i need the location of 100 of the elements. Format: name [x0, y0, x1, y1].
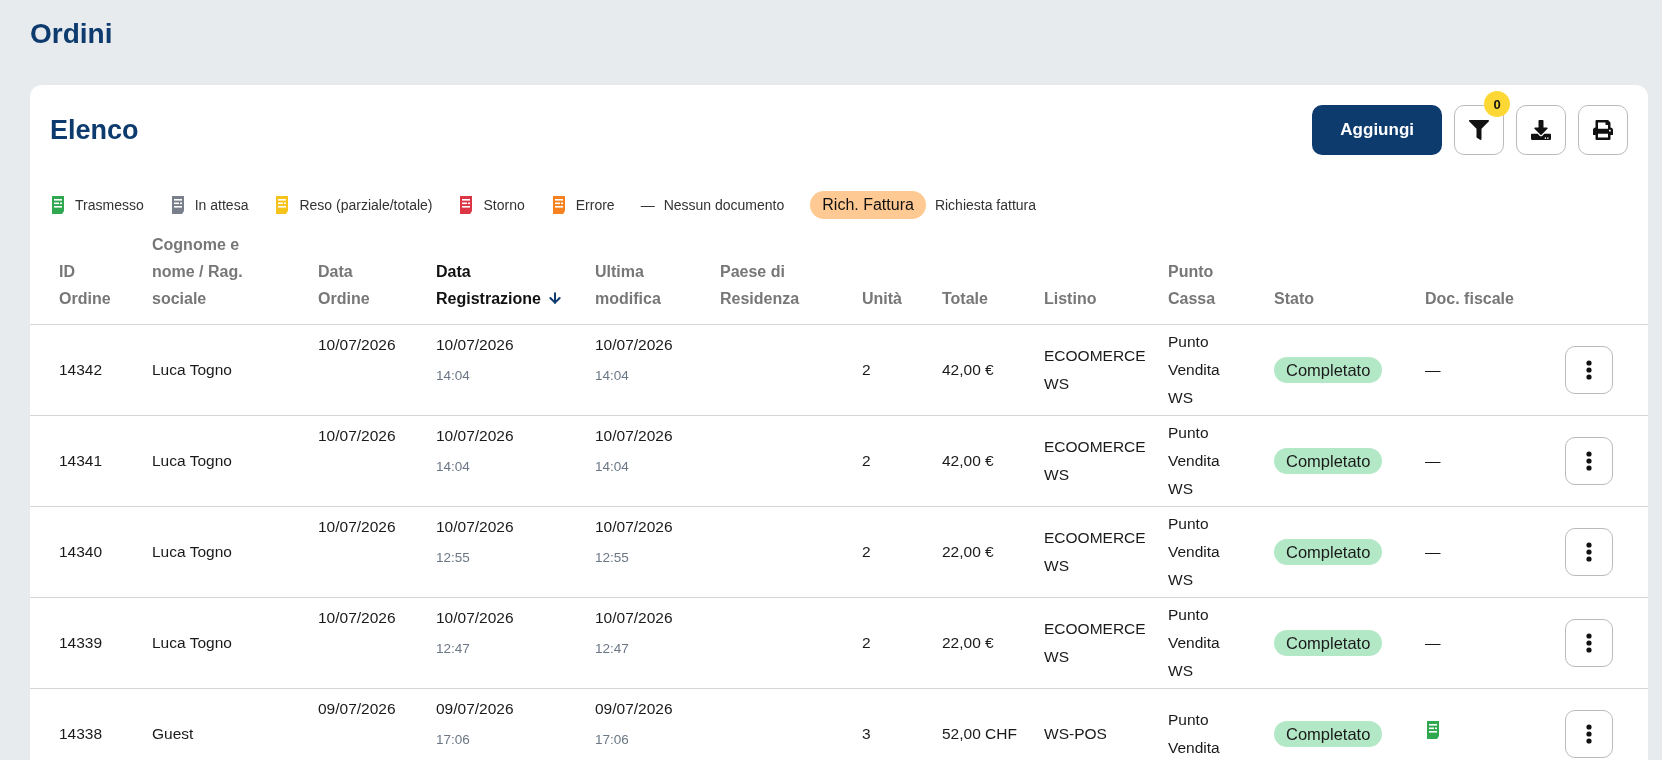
legend-label: Nessun documento [663, 197, 785, 213]
time-text: 14:04 [595, 367, 630, 385]
no-document-dash: — [1425, 543, 1441, 560]
date-text: 10/07/2026 [436, 426, 515, 446]
table-cell: 09/07/2026 [308, 688, 426, 760]
more-button[interactable] [1565, 619, 1613, 667]
date-text: 09/07/2026 [595, 699, 674, 719]
table-cell: 14339 [30, 597, 142, 689]
table-cell: ECOOMERCE WS [1034, 415, 1158, 507]
more-button[interactable] [1565, 710, 1613, 758]
legend-label: Richiesta fattura [934, 197, 1037, 213]
receipt-icon [550, 195, 567, 215]
date-text: 10/07/2026 [436, 608, 515, 628]
no-document-dash: — [1425, 634, 1441, 651]
legend-label: Reso (parziale/totale) [299, 197, 433, 213]
status-badge: Completato [1274, 447, 1383, 474]
receipt-icon [50, 195, 66, 215]
table-cell: Punto Vendita WS [1158, 597, 1264, 689]
more-button[interactable] [1565, 528, 1613, 576]
filter-icon [1469, 120, 1489, 140]
column-header[interactable]: Stato [1264, 231, 1415, 325]
status-badge: Completato [1274, 720, 1383, 747]
table-cell: 2 [852, 324, 932, 416]
more-button[interactable] [1565, 346, 1613, 394]
date-text: 09/07/2026 [436, 699, 515, 719]
column-header[interactable]: Punto Cassa [1158, 231, 1264, 325]
no-document-dash: — [1425, 361, 1441, 378]
time-text: 14:04 [595, 458, 630, 476]
date-text: 10/07/2026 [595, 335, 674, 355]
receipt-icon [274, 195, 291, 215]
table-cell: 14338 [30, 688, 142, 760]
filter-count-badge: 0 [1484, 91, 1510, 117]
table-cell: Luca Togno [142, 415, 308, 507]
add-button[interactable]: Aggiungi [1312, 105, 1442, 155]
table-cell: 10/07/2026 [308, 415, 426, 507]
table-cell: Punto Vendita WS [1158, 506, 1264, 598]
table-cell: 14340 [30, 506, 142, 598]
receipt-icon [1425, 719, 1441, 740]
receipt-icon [169, 195, 186, 215]
time-text: 12:47 [436, 640, 471, 658]
column-header[interactable]: Listino [1034, 231, 1158, 325]
table-cell: 2 [852, 506, 932, 598]
time-text: 17:06 [595, 731, 630, 749]
invoice-request-badge: Rich. Fattura [810, 191, 926, 219]
table-cell: 42,00 € [932, 415, 1034, 507]
time-text: 12:47 [595, 640, 630, 658]
table-cell: ECOOMERCE WS [1034, 506, 1158, 598]
more-icon [1586, 451, 1592, 471]
column-header[interactable]: Data Registrazione [426, 231, 585, 325]
table-cell: 10/07/2026 [308, 597, 426, 689]
table-cell: WS-POS [1034, 688, 1158, 760]
more-icon [1586, 633, 1592, 653]
date-text: 10/07/2026 [595, 608, 674, 628]
time-text: 12:55 [595, 549, 630, 567]
table-cell: 2 [852, 415, 932, 507]
print-button[interactable] [1578, 105, 1628, 155]
legend-label: Storno [483, 197, 525, 213]
table-cell: 22,00 € [932, 506, 1034, 598]
column-header[interactable]: Data Ordine [308, 231, 426, 325]
legend-label: In attesa [194, 197, 249, 213]
date-text: 10/07/2026 [436, 517, 515, 537]
date-text: 10/07/2026 [595, 426, 674, 446]
column-header[interactable]: Paese di Residenza [710, 231, 852, 325]
print-icon [1593, 120, 1613, 140]
receipt-icon [458, 195, 475, 215]
dash-symbol: — [640, 197, 655, 213]
download-icon [1531, 120, 1551, 140]
table-cell: Punto Vendita WS [1158, 415, 1264, 507]
legend-label: Trasmesso [75, 197, 144, 213]
more-icon [1586, 542, 1592, 562]
status-badge: Completato [1274, 629, 1383, 656]
table-cell: ECOOMERCE WS [1034, 597, 1158, 689]
table-cell: ECOOMERCE WS [1034, 324, 1158, 416]
column-header[interactable]: ID Ordine [30, 231, 142, 325]
table-cell: Luca Togno [142, 506, 308, 598]
column-header[interactable]: Ultima modifica [585, 231, 710, 325]
page-title: Ordini [30, 17, 114, 51]
table-cell: Luca Togno [142, 597, 308, 689]
table-cell: Punto Vendita [1158, 688, 1264, 760]
table-cell: 3 [852, 688, 932, 760]
table-cell: 14342 [30, 324, 142, 416]
time-text: 17:06 [436, 731, 471, 749]
table-cell: 10/07/2026 [308, 324, 426, 416]
column-header[interactable]: Totale [932, 231, 1034, 325]
download-button[interactable] [1516, 105, 1566, 155]
column-header[interactable]: Doc. fiscale [1415, 231, 1555, 325]
status-badge: Completato [1274, 356, 1383, 383]
table-cell: 10/07/2026 [308, 506, 426, 598]
table-cell: Guest [142, 688, 308, 760]
more-button[interactable] [1565, 437, 1613, 485]
date-text: 10/07/2026 [436, 335, 515, 355]
table-cell: 2 [852, 597, 932, 689]
card-title: Elenco [50, 114, 139, 146]
more-icon [1586, 360, 1592, 380]
time-text: 14:04 [436, 458, 471, 476]
column-header[interactable]: Unità [852, 231, 932, 325]
table-cell: 14341 [30, 415, 142, 507]
column-header[interactable]: Cognome e nome / Rag. sociale [142, 231, 308, 325]
more-icon [1586, 724, 1592, 744]
legend-label: Errore [575, 197, 615, 213]
